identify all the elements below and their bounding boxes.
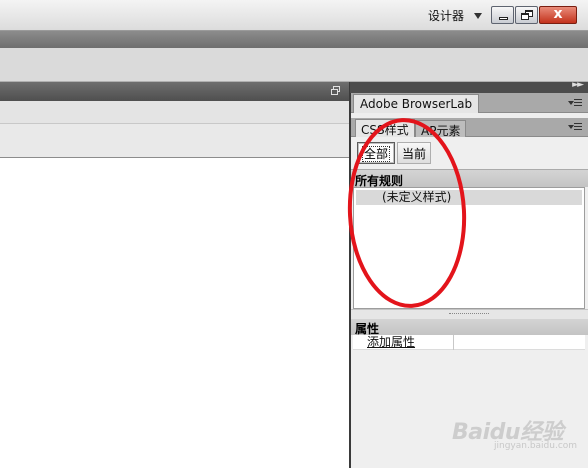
restore-button[interactable] bbox=[515, 6, 538, 24]
close-window-button[interactable]: x bbox=[539, 6, 577, 24]
watermark-url: jingyan.baidu.com bbox=[494, 441, 578, 451]
all-rules-header: 所有规则 bbox=[351, 169, 588, 188]
document-tab-bar bbox=[0, 101, 349, 124]
document-canvas[interactable] bbox=[0, 159, 349, 468]
minimize-button[interactable] bbox=[491, 6, 514, 24]
panel-dock-header: ►► bbox=[350, 80, 588, 93]
show-all-button[interactable]: 全部 bbox=[357, 142, 396, 164]
add-property-link[interactable]: 添加属性 bbox=[367, 335, 415, 349]
workspace-switcher[interactable]: 设计器 bbox=[428, 6, 483, 24]
restore-icon-back bbox=[521, 13, 529, 20]
panel-options-icon[interactable] bbox=[568, 98, 582, 108]
document-toolbar bbox=[0, 124, 349, 158]
collapse-to-icons-icon[interactable]: ►► bbox=[572, 80, 584, 90]
rules-list[interactable]: (未定义样式) bbox=[353, 187, 585, 309]
watermark: Baidu经验 jingyan.baidu.com bbox=[452, 414, 584, 454]
show-all-label: 全部 bbox=[362, 146, 391, 162]
tab-ap-elements[interactable]: AP元素 bbox=[415, 120, 467, 138]
column-divider bbox=[453, 335, 454, 350]
document-restore-button[interactable] bbox=[331, 86, 341, 96]
splitter-grip-icon bbox=[449, 313, 489, 314]
toolbar-area bbox=[0, 48, 588, 82]
show-current-button[interactable]: 当前 bbox=[397, 142, 432, 164]
document-header bbox=[0, 82, 349, 101]
minimize-icon bbox=[499, 17, 508, 20]
workspace-label: 设计器 bbox=[428, 8, 465, 23]
panel-options-icon[interactable] bbox=[568, 122, 582, 132]
pane-splitter[interactable] bbox=[351, 309, 588, 319]
window-restore-icon-back bbox=[331, 89, 338, 95]
tab-css-styles[interactable]: CSS样式 bbox=[355, 119, 415, 137]
chevron-down-icon bbox=[474, 13, 483, 19]
table-row: 添加属性 bbox=[353, 335, 585, 350]
list-item[interactable]: (未定义样式) bbox=[356, 190, 582, 205]
menu-band bbox=[0, 31, 588, 48]
properties-header: 属性 bbox=[351, 319, 588, 336]
close-icon: x bbox=[553, 6, 563, 22]
tab-browserlab[interactable]: Adobe BrowserLab bbox=[353, 94, 480, 113]
